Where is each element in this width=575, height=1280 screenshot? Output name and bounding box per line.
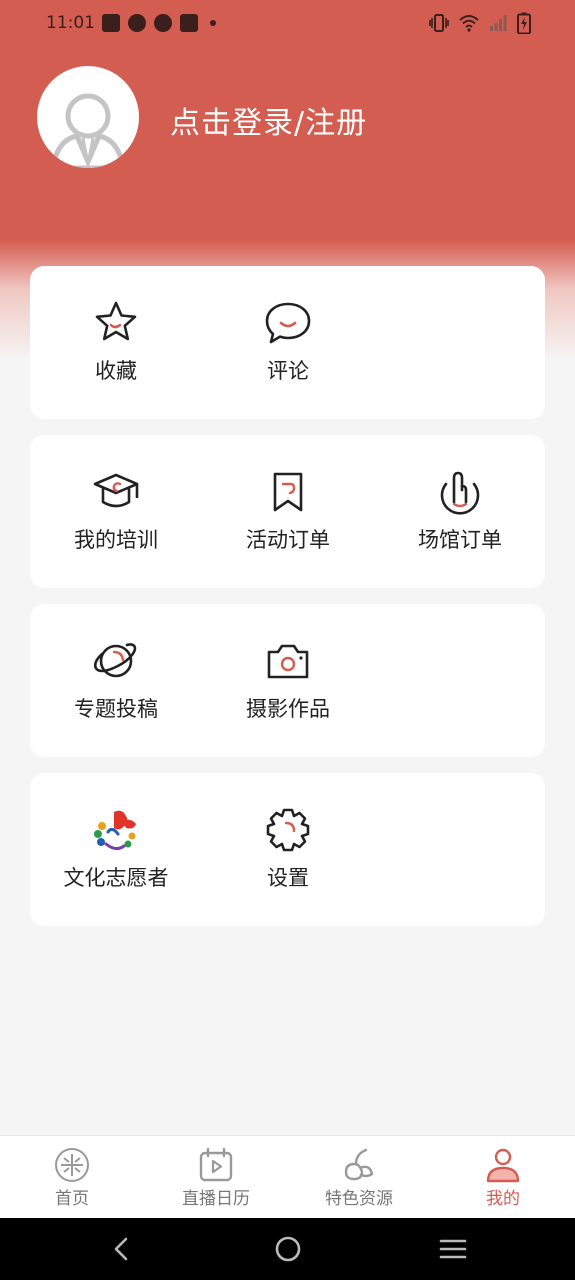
menu-item-label: 评论	[267, 359, 309, 383]
tab-mine[interactable]: 我的	[431, 1136, 575, 1219]
submissions-card: 专题投稿 摄影作品	[30, 604, 545, 757]
star-icon	[95, 301, 137, 341]
settings-gear-icon	[266, 808, 310, 852]
recents-icon[interactable]	[439, 1235, 467, 1263]
volunteer-settings-card: 文化志愿者 设置	[30, 773, 545, 926]
speedometer-icon	[154, 14, 172, 32]
home-logo-icon	[55, 1148, 89, 1182]
menu-item-venue-orders[interactable]: 场馆订单	[374, 435, 546, 588]
camera-icon	[267, 644, 309, 679]
battery-charging-icon	[517, 12, 531, 34]
default-avatar-icon	[50, 93, 126, 168]
menu-item-favorites[interactable]: 收藏	[30, 266, 202, 419]
wifi-icon	[459, 15, 479, 32]
login-register-link[interactable]: 点击登录/注册	[170, 98, 367, 142]
menu-item-settings[interactable]: 设置	[202, 773, 374, 926]
shopping-bag-icon	[102, 14, 120, 32]
live-calendar-icon	[199, 1147, 233, 1182]
menu-item-label: 活动订单	[246, 528, 330, 552]
menu-item-comments[interactable]: 评论	[202, 266, 374, 419]
status-bar: 11:01	[0, 0, 575, 48]
menu-item-label: 文化志愿者	[63, 866, 169, 890]
menu-item-label: 场馆订单	[418, 528, 502, 552]
tab-featured-resources[interactable]: 特色资源	[287, 1136, 431, 1219]
tab-label: 首页	[55, 1189, 89, 1209]
graduation-cap-icon	[93, 473, 139, 508]
home-icon[interactable]	[274, 1235, 302, 1263]
menu-item-label: 我的培训	[74, 528, 158, 552]
menu-item-label: 专题投稿	[74, 697, 158, 721]
menu-item-label: 设置	[267, 866, 309, 890]
menu-item-topic-submission[interactable]: 专题投稿	[30, 604, 202, 757]
vibrate-icon	[429, 14, 449, 32]
tab-live-calendar[interactable]: 直播日历	[144, 1136, 288, 1219]
comment-icon	[265, 302, 311, 344]
system-status-icons	[429, 12, 531, 34]
notification-icons	[102, 14, 216, 32]
menu-item-label: 收藏	[95, 359, 137, 383]
menu-item-activity-orders[interactable]: 活动订单	[202, 435, 374, 588]
tab-home[interactable]: 首页	[0, 1136, 144, 1219]
orders-card: 我的培训 活动订单 场馆订单	[30, 435, 545, 588]
touch-icon	[440, 471, 480, 515]
volunteer-logo-icon	[94, 810, 136, 851]
system-navigation-bar	[0, 1218, 575, 1280]
tab-label: 直播日历	[182, 1189, 250, 1209]
menu-item-my-training[interactable]: 我的培训	[30, 435, 202, 588]
back-icon[interactable]	[108, 1235, 136, 1263]
menu-item-label: 摄影作品	[246, 697, 330, 721]
signal-icon	[490, 15, 507, 31]
bookmark-icon	[273, 472, 303, 512]
avatar[interactable]	[37, 66, 139, 168]
status-time: 11:01	[46, 13, 95, 33]
dot-icon	[210, 20, 216, 26]
resource-icon	[344, 1148, 374, 1181]
bottom-tab-bar: 首页 直播日历 特色资源 我的	[0, 1135, 575, 1218]
profile-icon	[486, 1148, 520, 1183]
tab-label: 我的	[486, 1189, 520, 1209]
favorites-comments-card: 收藏 评论	[30, 266, 545, 419]
menu-item-photography[interactable]: 摄影作品	[202, 604, 374, 757]
speedometer-icon	[128, 14, 146, 32]
planet-icon	[93, 643, 137, 678]
shopping-bag-icon	[180, 14, 198, 32]
menu-item-culture-volunteer[interactable]: 文化志愿者	[30, 773, 202, 926]
tab-label: 特色资源	[325, 1189, 393, 1209]
